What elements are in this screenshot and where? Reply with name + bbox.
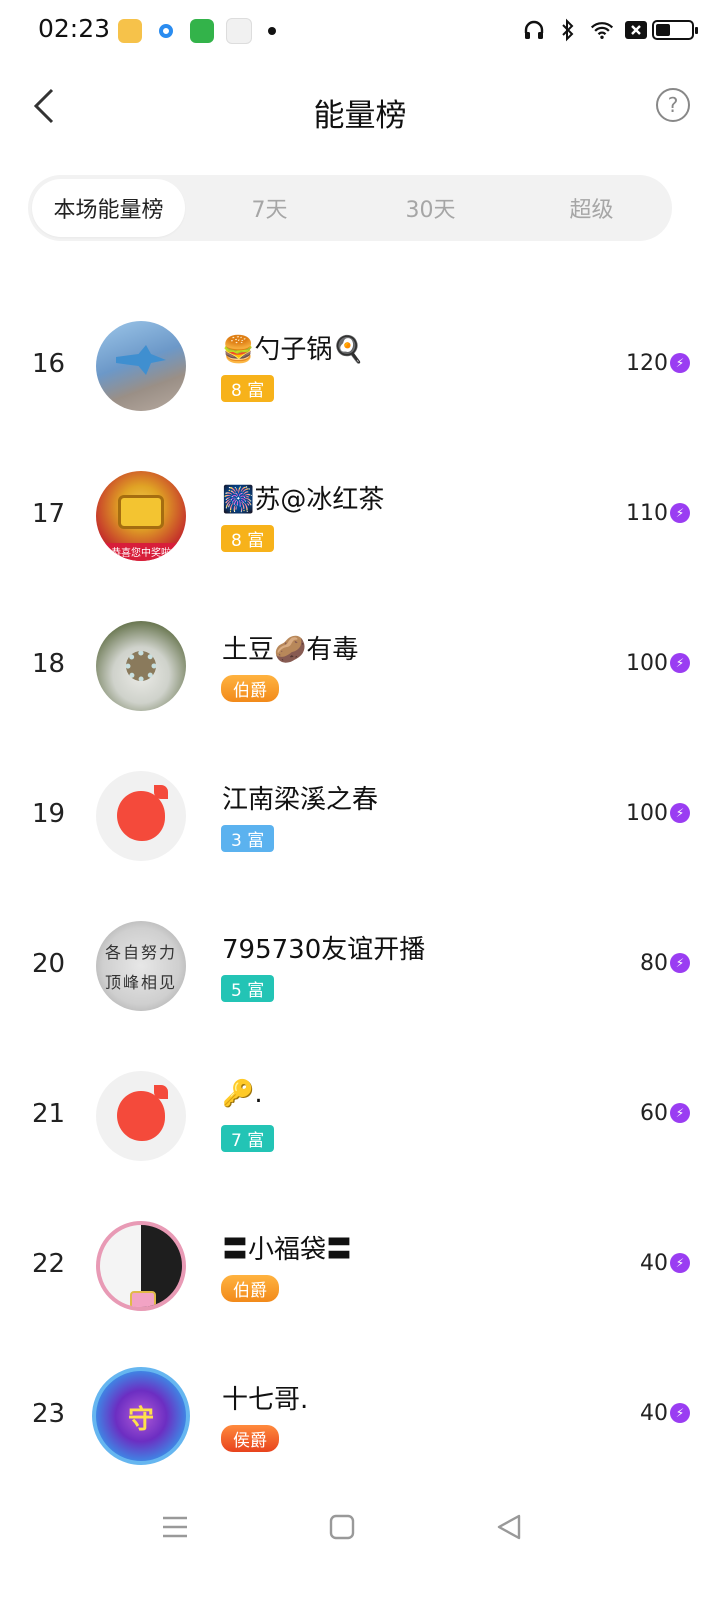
system-icons	[522, 18, 648, 42]
noble-badge: 侯爵	[221, 1425, 279, 1452]
wealth-badge: 7 富	[221, 1125, 275, 1152]
user-name: 〓小福袋〓	[222, 1235, 353, 1265]
user-name: 江南梁溪之春	[222, 785, 379, 815]
sim-off-icon	[624, 18, 648, 42]
energy-score: 40	[640, 1251, 668, 1276]
back-triangle-icon	[497, 1514, 521, 1540]
list-item[interactable]: 21 🔑. 7 富 60 ⚡	[0, 1041, 720, 1191]
wealth-badge: 5 富	[221, 975, 275, 1002]
user-name: 🔑.	[222, 1079, 263, 1109]
system-nav-bar	[0, 1490, 720, 1562]
dot-icon	[268, 27, 276, 35]
menu-button[interactable]	[158, 1510, 192, 1544]
rank-number: 18	[32, 649, 66, 679]
energy-score: 100	[626, 651, 668, 676]
nav-back-button[interactable]	[492, 1510, 526, 1544]
browser-icon	[154, 19, 178, 43]
help-button[interactable]: ?	[656, 88, 690, 122]
energy-icon: ⚡	[670, 953, 690, 973]
user-name: 🎆苏@冰红茶	[222, 485, 385, 515]
energy-score: 80	[640, 951, 668, 976]
rank-number: 16	[32, 349, 66, 379]
noble-badge: 伯爵	[221, 675, 279, 702]
energy-score: 40	[640, 1401, 668, 1426]
wifi-icon	[590, 18, 614, 42]
energy-icon: ⚡	[670, 503, 690, 523]
user-name: 十七哥.	[222, 1385, 309, 1415]
question-icon: ?	[667, 93, 679, 117]
user-name: 🍔勺子锅🍳	[222, 335, 365, 365]
list-item[interactable]: 22 〓小福袋〓 伯爵 40 ⚡	[0, 1191, 720, 1341]
store-icon	[190, 19, 214, 43]
list-item[interactable]: 16 🍔勺子锅🍳 8 富 120 ⚡	[0, 291, 720, 441]
avatar-caption: 恭喜您中奖啦	[111, 548, 171, 559]
energy-score: 120	[626, 351, 668, 376]
rank-number: 21	[32, 1099, 66, 1129]
bluetooth-icon	[556, 18, 580, 42]
wealth-badge: 8 富	[221, 375, 275, 402]
menu-icon	[163, 1516, 187, 1538]
avatar-text: 各自努力	[104, 943, 177, 962]
energy-score: 100	[626, 801, 668, 826]
tab-session-energy[interactable]: 本场能量榜	[32, 179, 185, 237]
avatar-text: 顶峰相见	[104, 973, 177, 992]
avatar-text: 守	[127, 1405, 154, 1435]
avatar[interactable]	[96, 1071, 186, 1161]
energy-icon: ⚡	[670, 1253, 690, 1273]
rank-number: 22	[32, 1249, 66, 1279]
user-name: 795730友谊开播	[222, 935, 426, 965]
energy-icon: ⚡	[670, 653, 690, 673]
list-item[interactable]: 20 各自努力 顶峰相见 795730友谊开播 5 富 80 ⚡	[0, 891, 720, 1041]
wallet-icon	[226, 18, 252, 44]
user-name: 土豆🥔有毒	[222, 635, 359, 665]
tab-super[interactable]: 超级	[515, 179, 668, 237]
wealth-badge: 8 富	[221, 525, 275, 552]
energy-icon: ⚡	[670, 803, 690, 823]
tab-30-days[interactable]: 30天	[354, 179, 507, 237]
list-item[interactable]: 17 恭喜您中奖啦 🎆苏@冰红茶 8 富 110 ⚡	[0, 441, 720, 591]
energy-icon: ⚡	[670, 353, 690, 373]
home-square-icon	[329, 1514, 355, 1540]
rank-number: 17	[32, 499, 66, 529]
battery-icon	[652, 20, 698, 40]
avatar[interactable]: 各自努力 顶峰相见	[96, 921, 186, 1011]
energy-icon: ⚡	[670, 1103, 690, 1123]
energy-score: 60	[640, 1101, 668, 1126]
avatar[interactable]	[96, 321, 186, 411]
list-item[interactable]: 19 江南梁溪之春 3 富 100 ⚡	[0, 741, 720, 891]
energy-score: 110	[626, 501, 668, 526]
avatar[interactable]	[96, 1221, 186, 1311]
page-title: 能量榜	[313, 98, 407, 134]
noble-badge: 伯爵	[221, 1275, 279, 1302]
status-time: 02:23	[38, 14, 111, 43]
avatar[interactable]: 恭喜您中奖啦	[96, 471, 186, 561]
rank-number: 19	[32, 799, 66, 829]
header: 能量榜 ?	[0, 64, 720, 154]
tab-7-days[interactable]: 7天	[193, 179, 346, 237]
wealth-badge: 3 富	[221, 825, 275, 852]
ranking-list: 16 🍔勺子锅🍳 8 富 120 ⚡ 17 恭喜您中奖啦 🎆苏@冰红茶 8 富 …	[0, 291, 720, 1491]
rank-number: 20	[32, 949, 66, 979]
avatar[interactable]	[96, 621, 186, 711]
headphones-icon	[522, 18, 546, 42]
list-item[interactable]: 18 土豆🥔有毒 伯爵 100 ⚡	[0, 591, 720, 741]
home-button[interactable]	[325, 1510, 359, 1544]
rank-number: 23	[32, 1399, 66, 1429]
status-bar: 02:23	[0, 0, 720, 64]
energy-icon: ⚡	[670, 1403, 690, 1423]
book-icon	[118, 19, 142, 43]
avatar[interactable]: 守	[92, 1367, 190, 1465]
list-item[interactable]: 23 守 十七哥. 侯爵 40 ⚡	[0, 1341, 720, 1491]
avatar[interactable]	[96, 771, 186, 861]
notification-icons	[118, 18, 276, 44]
tab-bar: 本场能量榜 7天 30天 超级	[28, 175, 672, 241]
